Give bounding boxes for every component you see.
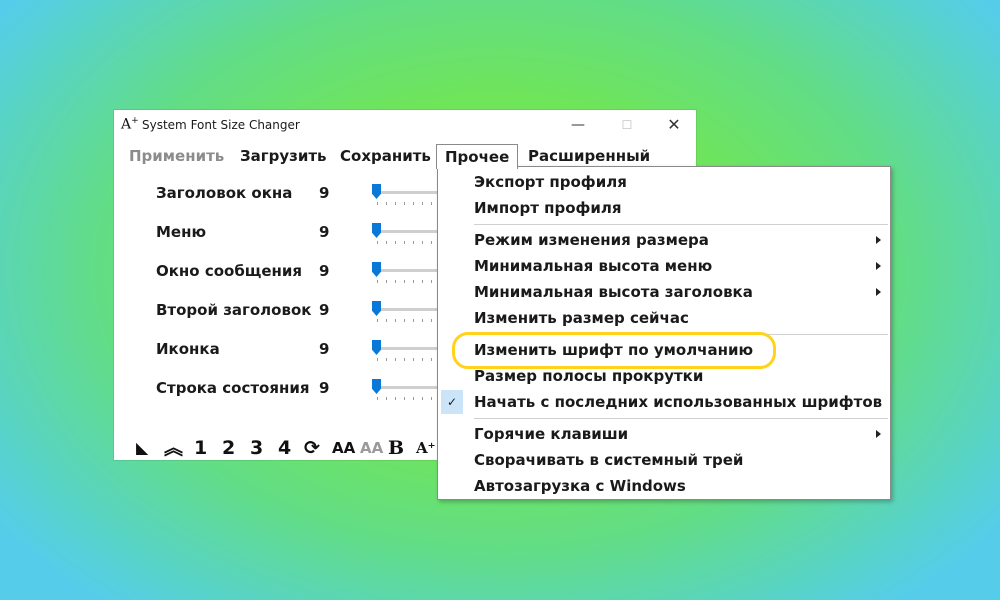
menu-item-import-profile[interactable]: Импорт профиля <box>438 195 890 221</box>
row-value: 9 <box>319 301 330 319</box>
menu-separator <box>474 224 888 225</box>
menu-item-autostart-windows[interactable]: Автозагрузка с Windows <box>438 473 890 499</box>
row-value: 9 <box>319 379 330 397</box>
row-label: Окно сообщения <box>156 262 303 280</box>
font-size-slider[interactable] <box>372 262 442 283</box>
preset-4-button[interactable]: 4 <box>278 436 291 460</box>
menu-item-label: Импорт профиля <box>474 199 622 217</box>
maximize-button[interactable]: ☐ <box>605 112 649 138</box>
row-label: Строка состояния <box>156 379 310 397</box>
submenu-arrow-icon <box>876 288 881 296</box>
slider-thumb[interactable] <box>372 223 381 238</box>
corner-icon[interactable]: ◣ <box>136 436 148 460</box>
font-size-slider[interactable] <box>372 184 442 205</box>
font-size-slider[interactable] <box>372 223 442 244</box>
row-value: 9 <box>319 184 330 202</box>
menu-item-hotkeys[interactable]: Горячие клавиши <box>438 421 890 447</box>
menu-save[interactable]: Сохранить <box>340 144 431 168</box>
minimize-button[interactable]: — <box>556 112 600 138</box>
menu-item-label: Экспорт профиля <box>474 173 627 191</box>
menu-item-label: Сворачивать в системный трей <box>474 451 744 469</box>
submenu-arrow-icon <box>876 430 881 438</box>
preset-1-button[interactable]: 1 <box>194 436 207 460</box>
bold-icon[interactable]: B <box>388 436 404 460</box>
menu-other[interactable]: Прочее <box>436 144 519 169</box>
font-plus-icon[interactable]: A⁺ <box>416 436 436 460</box>
refresh-icon[interactable]: ⟳ <box>304 436 320 460</box>
window-title: System Font Size Changer <box>142 118 300 132</box>
slider-thumb[interactable] <box>372 340 381 355</box>
menu-item-label: Горячие клавиши <box>474 425 629 443</box>
font-size-slider[interactable] <box>372 340 442 361</box>
menu-item-label: Начать с последних использованных шрифто… <box>474 393 883 411</box>
menu-item-min-title-height[interactable]: Минимальная высота заголовка <box>438 279 890 305</box>
font-aa-disabled-icon[interactable]: AA <box>360 436 383 460</box>
menu-item-label: Минимальная высота меню <box>474 257 713 275</box>
close-button[interactable]: ✕ <box>652 112 696 138</box>
submenu-arrow-icon <box>876 262 881 270</box>
menu-item-export-profile[interactable]: Экспорт профиля <box>438 169 890 195</box>
row-label: Иконка <box>156 340 220 358</box>
font-aa-icon[interactable]: AA <box>332 436 355 460</box>
bottom-toolbar: ◣ ︽ 1 2 3 4 ⟳ AA AA B A⁺ <box>136 436 456 460</box>
menu-item-minimize-to-tray[interactable]: Сворачивать в системный трей <box>438 447 890 473</box>
menu-item-label: Минимальная высота заголовка <box>474 283 753 301</box>
checkmark-icon: ✓ <box>441 390 463 414</box>
slider-thumb[interactable] <box>372 379 381 394</box>
preset-3-button[interactable]: 3 <box>250 436 263 460</box>
menu-item-label: Режим изменения размера <box>474 231 709 249</box>
menu-separator <box>474 418 888 419</box>
row-label: Заголовок окна <box>156 184 293 202</box>
title-bar[interactable]: A+ System Font Size Changer — ☐ ✕ <box>114 110 696 140</box>
font-size-slider[interactable] <box>372 379 442 400</box>
menu-item-start-with-last-fonts[interactable]: ✓ Начать с последних использованных шриф… <box>438 389 890 415</box>
row-label: Меню <box>156 223 207 241</box>
menu-item-resize-now[interactable]: Изменить размер сейчас <box>438 305 890 331</box>
menu-apply[interactable]: Применить <box>129 144 224 168</box>
menu-item-label: Изменить размер сейчас <box>474 309 689 327</box>
double-chevron-up-icon[interactable]: ︽ <box>164 436 183 460</box>
app-icon: A+ <box>121 116 139 133</box>
font-size-slider[interactable] <box>372 301 442 322</box>
slider-thumb[interactable] <box>372 184 381 199</box>
menu-item-label: Автозагрузка с Windows <box>474 477 686 495</box>
menu-item-min-menu-height[interactable]: Минимальная высота меню <box>438 253 890 279</box>
menu-item-resize-mode[interactable]: Режим изменения размера <box>438 227 890 253</box>
highlight-annotation-ring <box>452 332 776 369</box>
menu-advanced[interactable]: Расширенный <box>528 144 650 168</box>
menu-load[interactable]: Загрузить <box>240 144 327 168</box>
slider-thumb[interactable] <box>372 262 381 277</box>
preset-2-button[interactable]: 2 <box>222 436 235 460</box>
row-value: 9 <box>319 340 330 358</box>
row-value: 9 <box>319 223 330 241</box>
row-value: 9 <box>319 262 330 280</box>
slider-thumb[interactable] <box>372 301 381 316</box>
submenu-arrow-icon <box>876 236 881 244</box>
row-label: Второй заголовок <box>156 301 312 319</box>
